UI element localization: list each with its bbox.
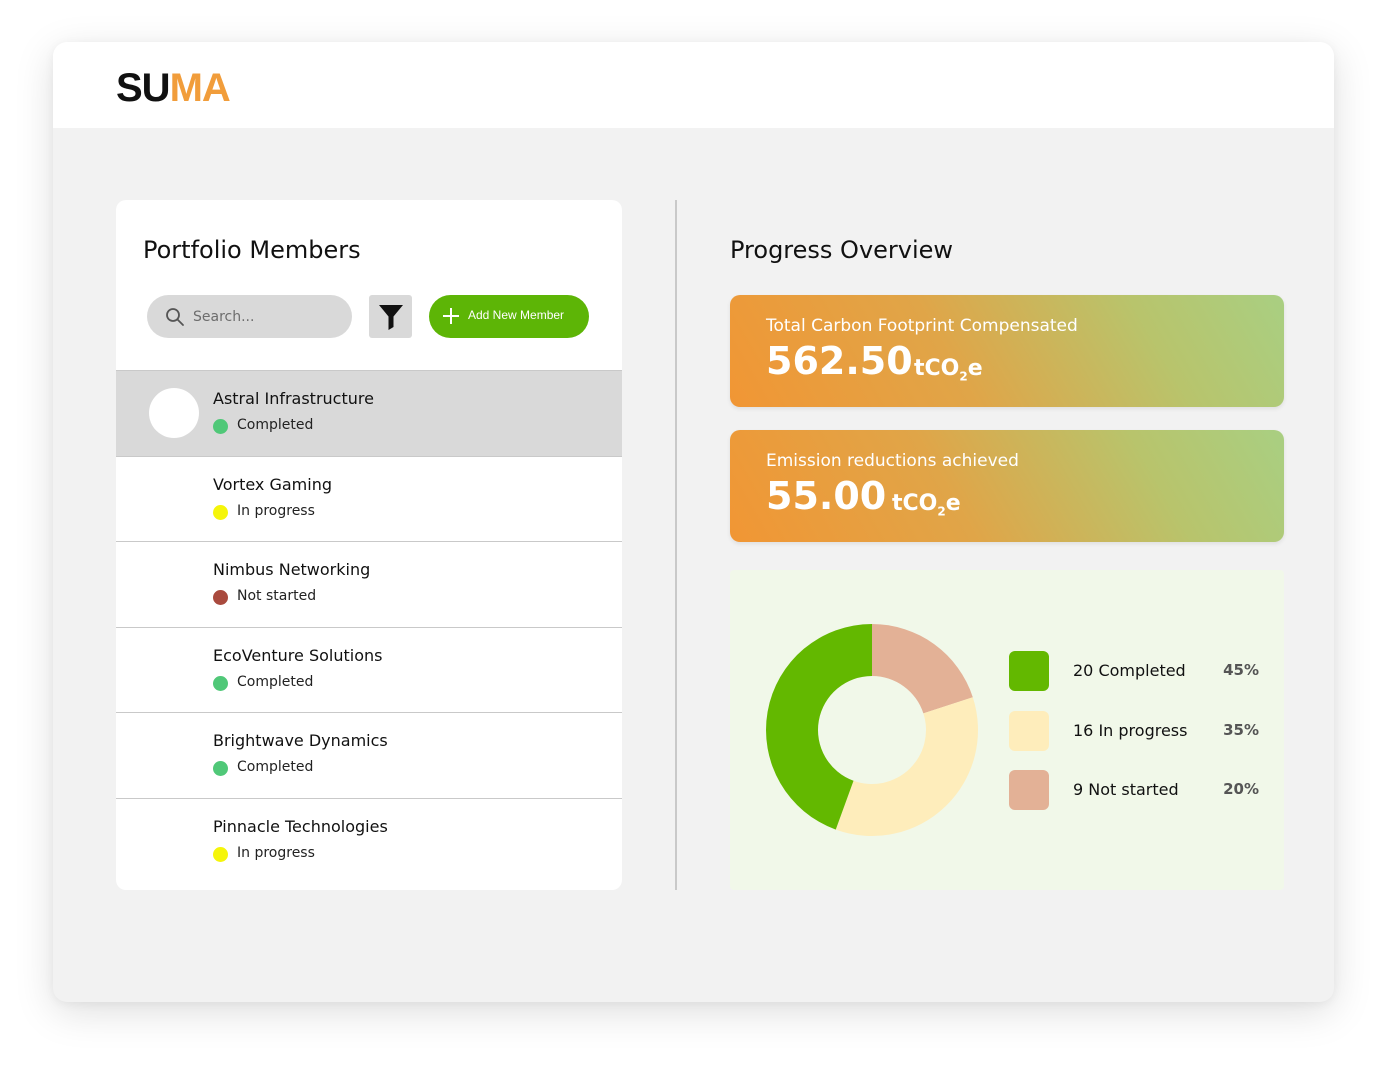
unit-prefix: tCO (914, 356, 960, 381)
search-icon (166, 308, 184, 326)
add-new-member-label: Add New Member (468, 308, 565, 322)
status-dot (213, 504, 228, 520)
add-new-member-button[interactable]: Add New Member (429, 295, 589, 338)
legend-swatch (1009, 770, 1049, 810)
member-status: In progress (237, 844, 315, 861)
list-item-member[interactable]: Brightwave Dynamics Completed (116, 712, 622, 798)
metric-value: 562.50 (766, 339, 913, 383)
suma-logo[interactable]: SUMA (116, 66, 231, 110)
unit-suffix: e (967, 356, 983, 381)
member-status: In progress (237, 502, 315, 519)
status-dot (213, 590, 228, 605)
list-item-member[interactable]: Pinnacle Technologies In progress (116, 797, 622, 884)
legend-item: 16 In progress 35% (1009, 711, 1259, 753)
member-status: Completed (237, 417, 314, 433)
legend-percent: 45% (1223, 661, 1259, 679)
member-name: Vortex Gaming (213, 474, 332, 494)
metric-value: 55.00 (766, 474, 887, 518)
status-dot (213, 419, 228, 434)
status-dot (213, 846, 228, 862)
list-item-member[interactable]: Astral Infrastructure Completed (116, 370, 622, 456)
legend-label: 16 In progress (1073, 721, 1188, 740)
member-name: Brightwave Dynamics (213, 731, 388, 750)
member-name: EcoVenture Solutions (213, 645, 383, 665)
legend-label: 20 Completed (1073, 661, 1186, 680)
metric-unit: tCO2e (914, 356, 983, 383)
logo-text-primary: SU (116, 66, 171, 110)
filter-button[interactable] (369, 295, 412, 338)
status-dot (213, 761, 228, 776)
top-bar: SUMA (53, 42, 1334, 128)
metric-label: Emission reductions achieved (766, 451, 1019, 471)
legend-percent: 20% (1223, 780, 1259, 798)
member-name: Astral Infrastructure (213, 389, 374, 408)
status-chart-card: 20 Completed 45% 16 In progress 35% 9 No… (730, 570, 1284, 890)
legend-item: 9 Not started 20% (1009, 770, 1259, 812)
list-item-member[interactable]: EcoVenture Solutions Completed (116, 626, 622, 713)
portfolio-members-panel: Portfolio Members Add New Member Astr (116, 200, 622, 890)
panel-title: Portfolio Members (143, 236, 361, 264)
legend-swatch (1009, 711, 1049, 751)
metric-label: Total Carbon Footprint Compensated (766, 316, 1078, 336)
metric-unit: tCO2e (892, 491, 961, 518)
plus-icon (443, 308, 459, 324)
progress-overview-title: Progress Overview (730, 236, 954, 264)
metric-card-emission-reductions: Emission reductions achieved 55.00 tCO2e (730, 430, 1284, 542)
member-name: Pinnacle Technologies (213, 816, 388, 836)
unit-suffix: e (945, 491, 961, 516)
legend-label: 9 Not started (1073, 780, 1179, 799)
vertical-divider (675, 200, 677, 890)
list-item-member[interactable]: Nimbus Networking Not started (116, 541, 622, 627)
list-item-member[interactable]: Vortex Gaming In progress (116, 455, 622, 542)
member-status: Completed (237, 759, 314, 775)
donut-slice-in-progress (835, 697, 978, 836)
status-donut-chart (766, 624, 978, 836)
legend-item: 20 Completed 45% (1009, 651, 1259, 693)
unit-subscript: 2 (959, 369, 968, 384)
search-box[interactable] (147, 295, 352, 338)
member-list: Astral Infrastructure Completed Vortex G… (116, 370, 622, 883)
unit-subscript: 2 (937, 504, 946, 519)
member-status: Not started (237, 588, 317, 604)
filter-icon (379, 305, 403, 330)
member-name: Nimbus Networking (213, 560, 371, 579)
legend-percent: 35% (1223, 721, 1259, 739)
metric-card-carbon-compensated: Total Carbon Footprint Compensated 562.5… (730, 295, 1284, 407)
logo-text-accent: MA (169, 66, 231, 110)
unit-prefix: tCO (892, 491, 938, 516)
status-dot (213, 675, 228, 691)
app-window: SUMA Portfolio Members Add New Member (53, 42, 1334, 1002)
avatar (149, 388, 199, 438)
legend-swatch (1009, 651, 1049, 691)
search-input[interactable] (193, 295, 343, 338)
member-status: Completed (237, 673, 314, 690)
donut-slice-not-started (872, 624, 973, 714)
